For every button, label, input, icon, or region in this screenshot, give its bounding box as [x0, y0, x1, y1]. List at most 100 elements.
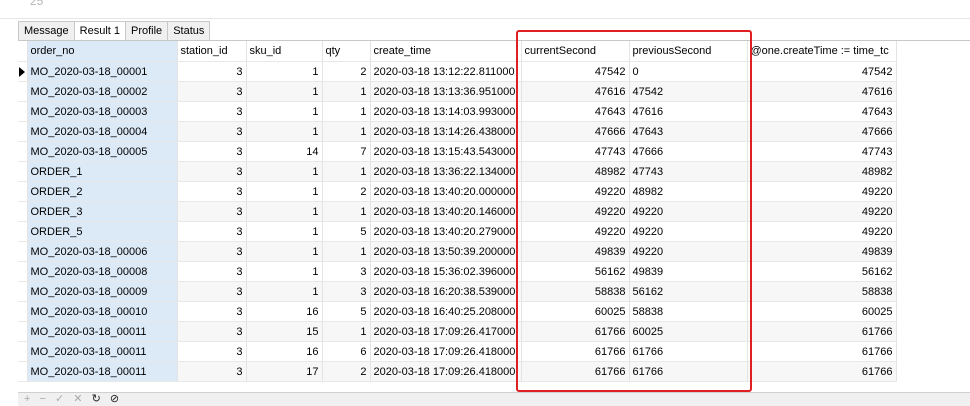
cell-current-second[interactable]: 49220 — [521, 221, 630, 242]
cell-create-time[interactable]: 2020-03-18 17:09:26.418000 — [370, 341, 522, 362]
cell-station-id[interactable]: 3 — [177, 221, 247, 242]
cell-create-time-assign[interactable]: 61766 — [747, 321, 897, 342]
row-indicator[interactable] — [18, 241, 28, 262]
table-row[interactable]: MO_2020-03-18_00009 3 1 3 2020-03-18 16:20:3… — [18, 281, 897, 302]
table-row[interactable]: MO_2020-03-18_00006 3 1 1 2020-03-18 13:50:3… — [18, 241, 897, 262]
cell-create-time[interactable]: 2020-03-18 15:36:02.396000 — [370, 261, 522, 282]
cell-current-second[interactable]: 47542 — [521, 61, 630, 82]
row-indicator[interactable] — [18, 181, 28, 202]
cell-sku-id[interactable]: 1 — [246, 181, 323, 202]
cell-station-id[interactable]: 3 — [177, 361, 247, 382]
cell-qty[interactable]: 5 — [322, 301, 371, 322]
cell-station-id[interactable]: 3 — [177, 281, 247, 302]
cell-create-time-assign[interactable]: 47542 — [747, 61, 897, 82]
cell-previous-second[interactable]: 49220 — [629, 221, 748, 242]
cell-station-id[interactable]: 3 — [177, 61, 247, 82]
cell-qty[interactable]: 3 — [322, 281, 371, 302]
cell-sku-id[interactable]: 1 — [246, 261, 323, 282]
column-header-station-id[interactable]: station_id — [177, 41, 247, 62]
table-row[interactable]: ORDER_1 3 1 1 2020-03-18 13:36:22.134000 4898… — [18, 161, 897, 182]
row-indicator[interactable] — [18, 361, 28, 382]
cell-station-id[interactable]: 3 — [177, 201, 247, 222]
cell-current-second[interactable]: 56162 — [521, 261, 630, 282]
tab-status[interactable]: Status — [167, 21, 211, 40]
cell-sku-id[interactable]: 15 — [246, 321, 323, 342]
cell-create-time-assign[interactable]: 47643 — [747, 101, 897, 122]
cell-sku-id[interactable]: 14 — [246, 141, 323, 162]
cell-create-time[interactable]: 2020-03-18 13:40:20.146000 — [370, 201, 522, 222]
cell-sku-id[interactable]: 1 — [246, 221, 323, 242]
cell-order-no[interactable]: MO_2020-03-18_00004 — [27, 121, 178, 142]
cell-current-second[interactable]: 49839 — [521, 241, 630, 262]
cell-order-no[interactable]: ORDER_3 — [27, 201, 178, 222]
table-row[interactable]: MO_2020-03-18_00011 3 15 1 2020-03-18 17:09:… — [18, 321, 897, 342]
cell-qty[interactable]: 1 — [322, 121, 371, 142]
cell-create-time-assign[interactable]: 56162 — [747, 261, 897, 282]
cell-previous-second[interactable]: 47743 — [629, 161, 748, 182]
cell-sku-id[interactable]: 16 — [246, 301, 323, 322]
table-row[interactable]: MO_2020-03-18_00011 3 17 2 2020-03-18 17:09:… — [18, 361, 897, 382]
row-indicator[interactable] — [18, 221, 28, 242]
tab-message[interactable]: Message — [18, 21, 75, 40]
cell-qty[interactable]: 6 — [322, 341, 371, 362]
cell-order-no[interactable]: ORDER_5 — [27, 221, 178, 242]
cell-create-time-assign[interactable]: 47743 — [747, 141, 897, 162]
cell-create-time[interactable]: 2020-03-18 13:36:22.134000 — [370, 161, 522, 182]
cell-sku-id[interactable]: 1 — [246, 101, 323, 122]
cell-create-time-assign[interactable]: 60025 — [747, 301, 897, 322]
cell-station-id[interactable]: 3 — [177, 301, 247, 322]
row-indicator[interactable] — [18, 101, 28, 122]
cell-current-second[interactable]: 61766 — [521, 321, 630, 342]
table-row[interactable]: MO_2020-03-18_00002 3 1 1 2020-03-18 13:13:3… — [18, 81, 897, 102]
cell-order-no[interactable]: MO_2020-03-18_00002 — [27, 81, 178, 102]
cell-create-time[interactable]: 2020-03-18 16:40:25.208000 — [370, 301, 522, 322]
tab-profile[interactable]: Profile — [125, 21, 169, 40]
row-indicator[interactable] — [18, 301, 28, 322]
column-header-order-no[interactable]: order_no — [27, 41, 178, 62]
cell-sku-id[interactable]: 17 — [246, 361, 323, 382]
cell-previous-second[interactable]: 48982 — [629, 181, 748, 202]
table-row[interactable]: MO_2020-03-18_00010 3 16 5 2020-03-18 16:40:… — [18, 301, 897, 322]
cell-create-time-assign[interactable]: 47666 — [747, 121, 897, 142]
cell-create-time-assign[interactable]: 49839 — [747, 241, 897, 262]
row-indicator[interactable] — [18, 261, 28, 282]
column-header-previous-second[interactable]: previousSecond — [629, 41, 748, 62]
cell-create-time-assign[interactable]: 58838 — [747, 281, 897, 302]
cell-previous-second[interactable]: 60025 — [629, 321, 748, 342]
cell-current-second[interactable]: 47666 — [521, 121, 630, 142]
cell-qty[interactable]: 5 — [322, 221, 371, 242]
cell-qty[interactable]: 1 — [322, 81, 371, 102]
cell-create-time[interactable]: 2020-03-18 13:15:43.543000 — [370, 141, 522, 162]
cell-qty[interactable]: 1 — [322, 241, 371, 262]
cell-previous-second[interactable]: 47643 — [629, 121, 748, 142]
cell-current-second[interactable]: 60025 — [521, 301, 630, 322]
cell-station-id[interactable]: 3 — [177, 341, 247, 362]
cell-order-no[interactable]: ORDER_1 — [27, 161, 178, 182]
cell-order-no[interactable]: ORDER_2 — [27, 181, 178, 202]
cell-previous-second[interactable]: 49220 — [629, 201, 748, 222]
column-header-sku-id[interactable]: sku_id — [246, 41, 323, 62]
row-indicator[interactable] — [18, 341, 28, 362]
table-row[interactable]: MO_2020-03-18_00008 3 1 3 2020-03-18 15:36:0… — [18, 261, 897, 282]
stop-icon[interactable]: ⊘ — [110, 393, 119, 406]
cell-previous-second[interactable]: 47616 — [629, 101, 748, 122]
cell-current-second[interactable]: 61766 — [521, 341, 630, 362]
cell-current-second[interactable]: 49220 — [521, 201, 630, 222]
table-row[interactable]: MO_2020-03-18_00011 3 16 6 2020-03-18 17:09:… — [18, 341, 897, 362]
cell-create-time[interactable]: 2020-03-18 17:09:26.417000 — [370, 321, 522, 342]
cell-order-no[interactable]: MO_2020-03-18_00006 — [27, 241, 178, 262]
cell-create-time-assign[interactable]: 48982 — [747, 161, 897, 182]
cell-create-time-assign[interactable]: 49220 — [747, 181, 897, 202]
cell-qty[interactable]: 2 — [322, 361, 371, 382]
cell-previous-second[interactable]: 58838 — [629, 301, 748, 322]
cell-previous-second[interactable]: 47542 — [629, 81, 748, 102]
table-row[interactable]: MO_2020-03-18_00003 3 1 1 2020-03-18 13:14:0… — [18, 101, 897, 122]
table-row[interactable]: ORDER_3 3 1 1 2020-03-18 13:40:20.146000 4922… — [18, 201, 897, 222]
cell-previous-second[interactable]: 47666 — [629, 141, 748, 162]
cell-current-second[interactable]: 47643 — [521, 101, 630, 122]
cell-station-id[interactable]: 3 — [177, 161, 247, 182]
row-indicator[interactable] — [18, 281, 28, 302]
cell-sku-id[interactable]: 1 — [246, 61, 323, 82]
cell-order-no[interactable]: MO_2020-03-18_00008 — [27, 261, 178, 282]
cell-create-time[interactable]: 2020-03-18 17:09:26.418000 — [370, 361, 522, 382]
